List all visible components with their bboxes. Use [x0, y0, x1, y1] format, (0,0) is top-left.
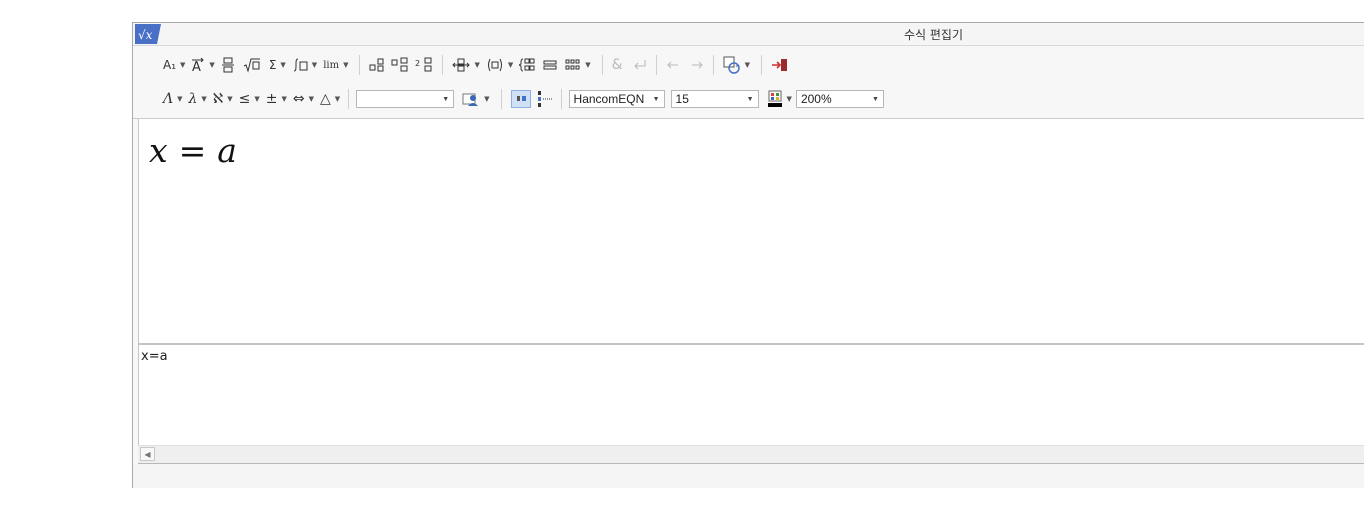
fraction-icon[interactable]: [219, 55, 237, 75]
svg-text:A: A: [192, 60, 201, 73]
arrow-symbol-button[interactable]: ⇔: [291, 89, 307, 109]
greek-lower-button[interactable]: λ: [187, 89, 200, 109]
chevron-down-icon[interactable]: ▼: [343, 61, 348, 69]
special-symbol-button[interactable]: ℵ: [211, 89, 225, 109]
toolbar-divider: [560, 89, 562, 109]
chevron-down-icon[interactable]: ▼: [484, 95, 489, 103]
root-icon[interactable]: [241, 55, 263, 75]
exit-icon[interactable]: [769, 55, 791, 75]
toolbar-row-2: Λ ▼ λ ▼ ℵ ▼ ≤ ▼ ± ▼ ⇔ ▼ △ ▼ ▼ ▼ HancomEQN ▼ 15 ▼: [161, 88, 890, 110]
chevron-down-icon[interactable]: ▼: [585, 61, 590, 69]
matrix-left-icon[interactable]: [389, 55, 411, 75]
chevron-down-icon[interactable]: ▼: [312, 61, 317, 69]
ampersand-icon[interactable]: &: [610, 55, 625, 75]
chevron-down-icon[interactable]: ▼: [508, 61, 513, 69]
script-text[interactable]: x=a: [141, 349, 168, 364]
decoration-button[interactable]: A: [189, 55, 207, 75]
zoom-select[interactable]: 200% ▼: [795, 90, 884, 108]
chevron-down-icon[interactable]: ▼: [177, 95, 182, 103]
convert-icon[interactable]: [721, 55, 743, 75]
matrix-grid-icon[interactable]: [563, 55, 583, 75]
greek-upper-button[interactable]: Λ: [161, 89, 175, 109]
user-symbol-icon[interactable]: [460, 89, 482, 109]
arrow-left-icon[interactable]: [664, 55, 682, 75]
operator-symbol-button[interactable]: ±: [264, 89, 280, 109]
misc-symbol-button[interactable]: △: [318, 89, 333, 109]
chevron-down-icon[interactable]: ▼: [787, 95, 792, 103]
horizontal-scrollbar[interactable]: ◀: [138, 445, 1364, 464]
formula-variable-a: a: [217, 131, 238, 170]
relation-symbol-button[interactable]: ≤: [237, 89, 253, 109]
toolbar-divider: [712, 55, 714, 75]
rendered-formula: x = a: [149, 131, 238, 170]
chevron-down-icon[interactable]: ▼: [281, 95, 286, 103]
chevron-down-icon[interactable]: ▼: [180, 61, 185, 69]
enter-icon[interactable]: [631, 55, 649, 75]
chevron-down-icon[interactable]: ▼: [209, 61, 214, 69]
equation-editor-window: √x 수식 편집기 A₁ ▼ A ▼ Σ ▼ ▼ lim ▼ 2 ▼ ▼ ▼ &…: [132, 22, 1364, 488]
chevron-down-icon[interactable]: ▼: [309, 95, 314, 103]
toolbar-divider: [500, 89, 502, 109]
toolbar-divider: [760, 55, 762, 75]
toolbar-divider: [348, 89, 350, 109]
arrow-both-icon[interactable]: [450, 55, 472, 75]
window-title: 수식 편집기: [903, 28, 963, 42]
integral-icon[interactable]: [290, 55, 310, 75]
scroll-left-arrow-icon[interactable]: ◀: [140, 447, 155, 461]
font-select[interactable]: HancomEQN ▼: [568, 90, 665, 108]
matrix-right-icon[interactable]: 2: [413, 55, 435, 75]
toolbar-divider: [359, 55, 361, 75]
parentheses-icon[interactable]: [484, 55, 506, 75]
chevron-down-icon[interactable]: ▼: [201, 95, 206, 103]
title-bar: √x 수식 편집기: [133, 23, 1364, 46]
arrow-right-icon[interactable]: [688, 55, 706, 75]
subscript-format-button[interactable]: A₁: [161, 55, 178, 75]
toolbar-divider: [601, 55, 603, 75]
script-input-area[interactable]: x=a: [138, 345, 1364, 445]
toolbar: A₁ ▼ A ▼ Σ ▼ ▼ lim ▼ 2 ▼ ▼ ▼ & ▼ Λ ▼ λ ▼…: [133, 46, 1364, 119]
chevron-down-icon: ▼: [442, 95, 450, 103]
chevron-down-icon[interactable]: ▼: [254, 95, 259, 103]
formula-equals-sign: =: [178, 131, 208, 170]
toolbar-divider: [442, 55, 444, 75]
equation-preview-area[interactable]: x = a: [138, 119, 1364, 343]
row-lines-icon[interactable]: [541, 55, 559, 75]
font-color-icon[interactable]: [765, 89, 785, 109]
status-bar: [133, 464, 1364, 488]
font-size-select[interactable]: 15 ▼: [670, 90, 759, 108]
display-mode-icon[interactable]: [509, 89, 533, 109]
binomial-icon[interactable]: [367, 55, 387, 75]
limit-button[interactable]: lim: [321, 55, 341, 75]
chevron-down-icon[interactable]: ▼: [745, 61, 750, 69]
chevron-down-icon[interactable]: ▼: [474, 61, 479, 69]
chevron-down-icon[interactable]: ▼: [280, 61, 285, 69]
chevron-down-icon[interactable]: ▼: [227, 95, 232, 103]
chevron-down-icon[interactable]: ▼: [335, 95, 340, 103]
chevron-down-icon: ▼: [652, 95, 660, 103]
svg-text:2: 2: [415, 59, 420, 68]
toolbar-divider: [655, 55, 657, 75]
chevron-down-icon: ▼: [746, 95, 754, 103]
sum-button[interactable]: Σ: [267, 55, 279, 75]
toolbar-row-1: A₁ ▼ A ▼ Σ ▼ ▼ lim ▼ 2 ▼ ▼ ▼ & ▼: [161, 54, 791, 76]
formula-variable-x: x: [149, 131, 169, 170]
chevron-down-icon: ▼: [872, 95, 879, 103]
history-select[interactable]: ▼: [356, 90, 455, 108]
cases-icon[interactable]: [517, 55, 537, 75]
layout-mode-icon[interactable]: [535, 89, 555, 109]
